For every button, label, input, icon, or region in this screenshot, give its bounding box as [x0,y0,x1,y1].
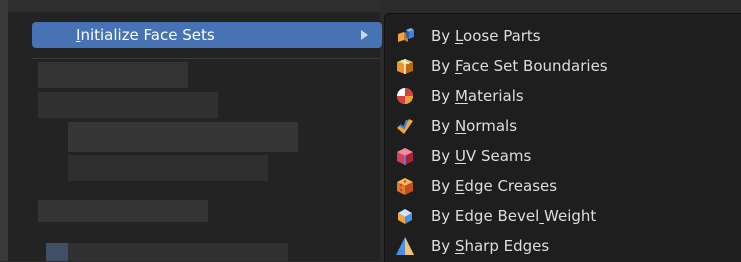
submenu-item-label: By Normals [431,117,518,135]
initialize-face-sets-label: Initialize Face Sets [76,26,215,44]
submenu-item-label: By Face Set Boundaries [431,57,608,75]
submenu-item-edge-bevel-weight[interactable]: By Edge Bevel Weight [385,201,741,231]
blurred-menu-item[interactable] [68,122,298,152]
edge-bevel-weight-icon [395,206,415,226]
menu-separator [32,58,380,59]
materials-icon [395,86,415,106]
parent-context-menu: Initialize Face Sets [8,0,382,261]
submenu-item-label: By Sharp Edges [431,237,550,255]
blurred-menu-item[interactable] [38,92,218,118]
submenu-item-label: By Edge Creases [431,177,558,195]
blurred-menu-item[interactable] [38,62,188,88]
submenu-item-label: By Loose Parts [431,27,541,45]
loose-parts-icon [395,26,415,46]
blurred-menu-item[interactable] [68,243,288,261]
blurred-menu-item[interactable] [38,200,208,222]
normals-icon [395,116,415,136]
sharp-edges-icon [395,236,415,256]
initialize-face-sets-submenu: By Loose Parts By Face Set Boundaries By M… [384,13,741,262]
blurred-menu-item[interactable] [68,155,268,181]
submenu-item-label: By Materials [431,87,524,105]
submenu-item-label: By UV Seams [431,147,532,165]
submenu-item-uv-seams[interactable]: By UV Seams [385,141,741,171]
uv-seams-icon [395,146,415,166]
menu-top-edge [8,0,380,12]
face-set-boundaries-icon [395,56,415,76]
edge-creases-icon [395,176,415,196]
submenu-item-sharp-edges[interactable]: By Sharp Edges [385,231,741,261]
initialize-face-sets-menu-item[interactable]: Initialize Face Sets [32,22,382,48]
submenu-item-label: By Edge Bevel Weight [431,207,597,225]
submenu-item-edge-creases[interactable]: By Edge Creases [385,171,741,201]
submenu-item-face-set-boundaries[interactable]: By Face Set Boundaries [385,51,741,81]
background-panel [0,0,8,261]
submenu-item-materials[interactable]: By Materials [385,81,741,111]
submenu-item-normals[interactable]: By Normals [385,111,741,141]
submenu-item-loose-parts[interactable]: By Loose Parts [385,21,741,51]
blurred-menu-item-highlight[interactable] [46,243,68,261]
submenu-arrow-icon [361,30,368,40]
